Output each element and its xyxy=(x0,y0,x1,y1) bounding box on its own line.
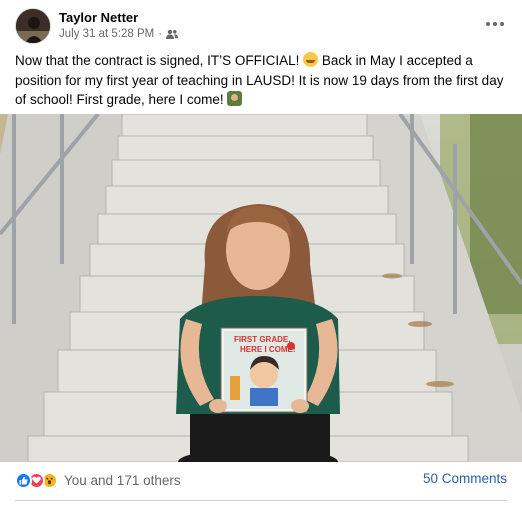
post-footer: You and 171 others 50 Comments xyxy=(15,468,507,492)
more-dot xyxy=(486,22,490,26)
reactions-summary[interactable]: You and 171 others xyxy=(15,471,181,489)
reaction-count[interactable]: You and 171 others xyxy=(64,473,181,488)
more-dot xyxy=(500,22,504,26)
more-options-icon[interactable] xyxy=(483,14,507,34)
facebook-post: Taylor Netter July 31 at 5:28 PM · Now t… xyxy=(0,0,522,509)
separator-dot: · xyxy=(158,28,163,40)
post-date[interactable]: July 31 at 5:28 PM xyxy=(59,28,154,40)
post-text-part1: Now that the contract is signed, IT’S OF… xyxy=(15,53,300,68)
post-photo[interactable]: FIRST GRADE, HERE I COME! xyxy=(0,114,522,462)
more-dot xyxy=(493,22,497,26)
friends-icon[interactable] xyxy=(166,29,179,39)
post-text: Now that the contract is signed, IT’S OF… xyxy=(15,51,507,110)
book: FIRST GRADE, HERE I COME! xyxy=(220,327,308,413)
post-header: Taylor Netter July 31 at 5:28 PM · xyxy=(15,8,507,44)
post-meta: July 31 at 5:28 PM · xyxy=(59,28,179,40)
footer-divider xyxy=(15,500,507,501)
author-name[interactable]: Taylor Netter xyxy=(59,10,138,25)
photo-illustration: FIRST GRADE, HERE I COME! xyxy=(0,114,522,462)
avatar-image xyxy=(16,9,50,43)
like-icon xyxy=(15,471,32,489)
comments-link[interactable]: 50 Comments xyxy=(423,471,507,486)
avatar[interactable] xyxy=(15,8,51,44)
teacher-emoji xyxy=(227,91,243,106)
book-title-line1: FIRST GRADE, xyxy=(234,335,290,344)
partying-face-emoji xyxy=(303,52,319,67)
